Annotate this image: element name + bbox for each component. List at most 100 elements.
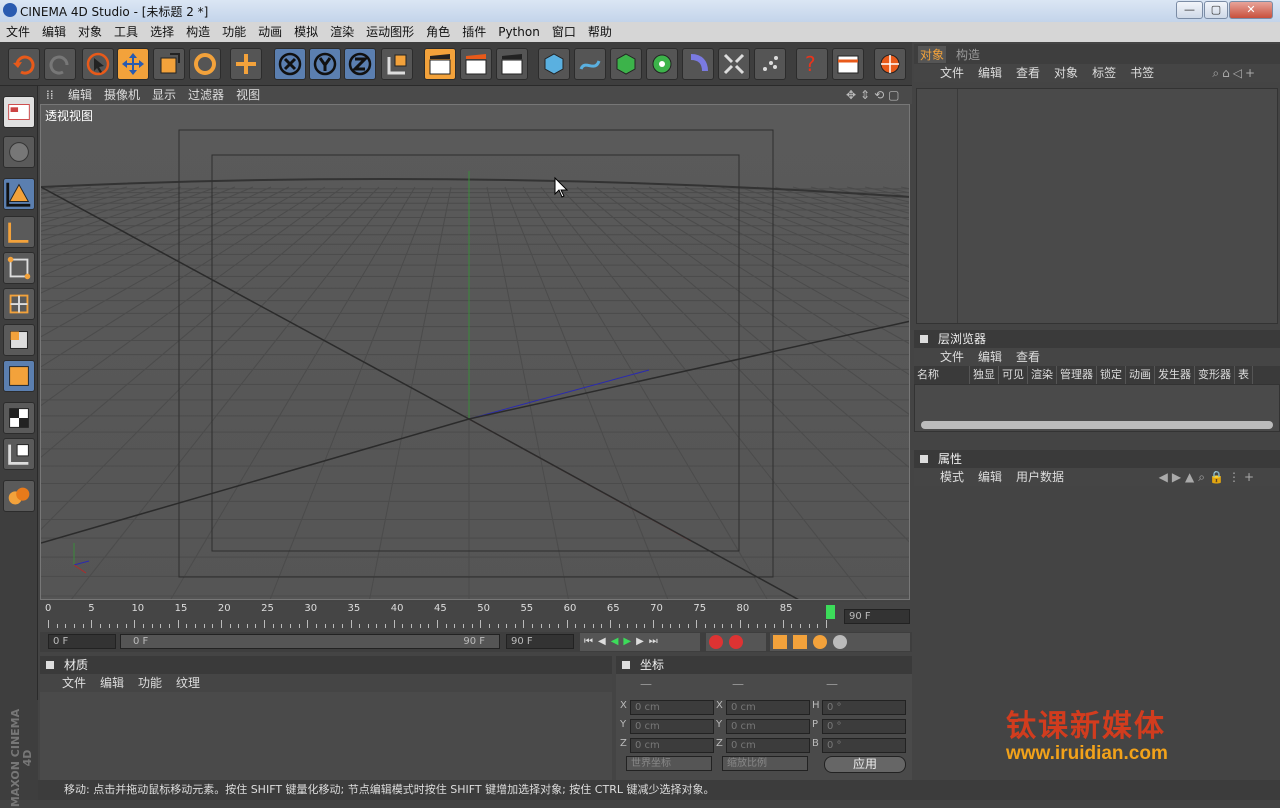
add-spline-button[interactable] <box>574 48 606 80</box>
objects-menu-objects[interactable]: 对象 <box>1054 66 1078 80</box>
help-button[interactable]: ? <box>796 48 828 80</box>
coordinate-value-field[interactable]: 0 cm <box>726 700 810 715</box>
menu-plugins[interactable]: 插件 <box>456 22 492 42</box>
viewport-nav-icons[interactable]: ✥⇕⟲▢ <box>840 86 910 104</box>
menu-render[interactable]: 渲染 <box>324 22 360 42</box>
apply-button[interactable]: 应用 <box>824 756 906 773</box>
attributes-menu-edit[interactable]: 编辑 <box>978 470 1002 484</box>
viewport-menu-filter[interactable]: 过滤器 <box>182 86 230 104</box>
tab-structure[interactable]: 构造 <box>954 46 982 63</box>
maximize-button[interactable]: ▢ <box>1204 1 1228 19</box>
scale-tool-button[interactable] <box>153 48 185 80</box>
y-axis-lock-button[interactable] <box>309 48 341 80</box>
menu-select[interactable]: 选择 <box>144 22 180 42</box>
add-nurbs-button[interactable] <box>610 48 642 80</box>
add-cube-button[interactable] <box>538 48 570 80</box>
menu-tools[interactable]: 工具 <box>108 22 144 42</box>
coordinate-value-field[interactable]: 0 cm <box>630 700 714 715</box>
layer-column-header[interactable]: 渲染 <box>1028 366 1057 384</box>
redo-button[interactable] <box>44 48 76 80</box>
objects-menu-view[interactable]: 查看 <box>1016 66 1040 80</box>
layer-column-header[interactable]: 动画 <box>1126 366 1155 384</box>
perspective-viewport[interactable]: 透视视图 <box>40 104 910 600</box>
frame-range-slider[interactable]: 0 F 90 F <box>120 634 500 649</box>
add-scene-button[interactable] <box>718 48 750 80</box>
coordinate-value-field[interactable]: 0 ° <box>822 738 906 753</box>
material-menu-edit[interactable]: 编辑 <box>100 676 124 690</box>
timeline-playhead[interactable] <box>826 605 835 619</box>
menu-file[interactable]: 文件 <box>0 22 36 42</box>
timeline-ruler[interactable]: 0 5 10 15 20 25 30 35 40 45 50 55 60 65 70 75 80 85 90 F <box>40 602 910 630</box>
layer-menu-file[interactable]: 文件 <box>940 350 964 364</box>
max-frame-field[interactable]: 90 F <box>506 634 574 649</box>
recent-tool-button[interactable] <box>230 48 262 80</box>
menu-animate[interactable]: 动画 <box>252 22 288 42</box>
menu-help[interactable]: 帮助 <box>582 22 618 42</box>
objects-menu-tags[interactable]: 标签 <box>1092 66 1116 80</box>
coordinate-value-field[interactable]: 0 ° <box>822 700 906 715</box>
transport-buttons[interactable]: ⏮◀◀▶▶⏭ <box>580 633 700 651</box>
attributes-menu-userdata[interactable]: 用户数据 <box>1016 470 1064 484</box>
layer-column-header[interactable]: 发生器 <box>1155 366 1195 384</box>
objects-menu-edit[interactable]: 编辑 <box>978 66 1002 80</box>
coordinate-system-button[interactable] <box>381 48 413 80</box>
menu-python[interactable]: Python <box>492 22 546 42</box>
record-buttons[interactable] <box>706 633 766 651</box>
minimize-button[interactable]: — <box>1176 1 1203 19</box>
timeline-end-frame-field[interactable]: 90 F <box>844 609 910 624</box>
layer-column-header[interactable]: 独显 <box>970 366 999 384</box>
workplane-button[interactable] <box>3 402 35 434</box>
material-menu-file[interactable]: 文件 <box>62 676 86 690</box>
key-param-icon[interactable] <box>833 635 847 649</box>
menu-window[interactable]: 窗口 <box>546 22 582 42</box>
material-menu-function[interactable]: 功能 <box>138 676 162 690</box>
snap-button[interactable] <box>3 438 35 470</box>
key-scale-icon[interactable] <box>793 635 807 649</box>
z-axis-lock-button[interactable] <box>344 48 376 80</box>
web-browser-button[interactable] <box>874 48 906 80</box>
tab-objects[interactable]: 对象 <box>918 46 947 63</box>
menu-edit[interactable]: 编辑 <box>36 22 72 42</box>
layer-column-header[interactable]: 锁定 <box>1097 366 1126 384</box>
points-mode-button[interactable] <box>3 252 35 284</box>
record-key-icon[interactable] <box>709 635 723 649</box>
x-axis-lock-button[interactable] <box>274 48 306 80</box>
menu-functions[interactable]: 功能 <box>216 22 252 42</box>
menu-character[interactable]: 角色 <box>420 22 456 42</box>
key-position-icon[interactable] <box>773 635 787 649</box>
edges-mode-button[interactable] <box>3 288 35 320</box>
layer-column-header[interactable]: 表 <box>1235 366 1253 384</box>
move-tool-button[interactable] <box>117 48 149 80</box>
texture-mode-button[interactable] <box>3 136 35 168</box>
render-settings-button[interactable] <box>496 48 528 80</box>
add-array-button[interactable] <box>646 48 678 80</box>
layer-column-header[interactable]: 名称 <box>914 366 970 384</box>
world-coordinates-dropdown[interactable]: 世界坐标 <box>626 756 712 771</box>
menu-object[interactable]: 对象 <box>72 22 108 42</box>
current-frame-field[interactable]: 0 F <box>48 634 116 649</box>
layer-menu-view[interactable]: 查看 <box>1016 350 1040 364</box>
menu-mesh[interactable]: 构造 <box>180 22 216 42</box>
layer-column-header[interactable]: 变形器 <box>1195 366 1235 384</box>
viewport-menu-view[interactable]: 视图 <box>230 86 266 104</box>
sculpt-button[interactable] <box>3 480 35 512</box>
key-filter-buttons[interactable] <box>770 633 910 651</box>
polygons-mode-button[interactable] <box>3 324 35 356</box>
layer-list[interactable] <box>914 384 1280 432</box>
auto-key-icon[interactable] <box>729 635 743 649</box>
render-to-picture-viewer-button[interactable] <box>460 48 492 80</box>
objects-menu-file[interactable]: 文件 <box>940 66 964 80</box>
objects-menu-bookmarks[interactable]: 书签 <box>1130 66 1154 80</box>
calendar-button[interactable] <box>832 48 864 80</box>
attributes-menu-mode[interactable]: 模式 <box>940 470 964 484</box>
menu-simulate[interactable]: 模拟 <box>288 22 324 42</box>
layer-column-header[interactable]: 可见 <box>999 366 1028 384</box>
coordinate-value-field[interactable]: 0 cm <box>630 738 714 753</box>
viewport-menu-edit[interactable]: 编辑 <box>62 86 98 104</box>
layer-menu-edit[interactable]: 编辑 <box>978 350 1002 364</box>
attributes-nav-icons[interactable]: ◀▶▲⌕🔒⋮+ <box>1159 468 1258 486</box>
layer-column-header[interactable]: 管理器 <box>1057 366 1097 384</box>
layer-horizontal-scrollbar[interactable] <box>921 421 1273 429</box>
object-list[interactable] <box>916 88 1278 324</box>
key-rotation-icon[interactable] <box>813 635 827 649</box>
